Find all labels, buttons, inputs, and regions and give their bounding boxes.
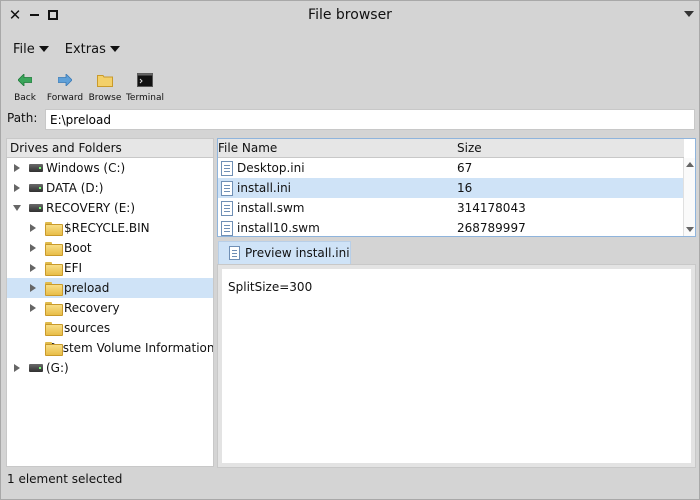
tree-header: Drives and Folders <box>7 139 213 158</box>
forward-label: Forward <box>46 93 84 103</box>
tree-node-recovery-e[interactable]: RECOVERY (E:) <box>11 198 213 218</box>
file-name: Desktop.ini <box>237 161 305 175</box>
preview-panel: SplitSize=300 <box>217 264 696 468</box>
file-size: 268789997 <box>457 221 526 235</box>
path-label: Path: <box>7 111 38 125</box>
back-arrow-icon <box>16 71 34 89</box>
drive-icon <box>29 164 43 172</box>
menu-file-label: File <box>13 41 35 57</box>
file-size: 16 <box>457 181 473 195</box>
folder-icon <box>45 282 63 296</box>
menu-extras-label: Extras <box>64 41 106 57</box>
folder-icon <box>45 302 63 316</box>
drive-icon <box>29 184 43 192</box>
toolbar: Back Forward Browse Terminal <box>5 71 165 105</box>
expand-arrow-icon[interactable] <box>27 262 39 274</box>
tree-node-label: preload <box>64 281 110 295</box>
folder-icon <box>45 322 63 336</box>
tab-preview[interactable]: Preview install.ini <box>218 241 351 264</box>
file-list-scrollbar[interactable] <box>683 158 695 236</box>
tree-node-label: Windows (C:) <box>46 161 126 175</box>
file-row[interactable]: install10.swm 268789997 <box>218 218 684 236</box>
forward-button[interactable]: Forward <box>45 71 85 105</box>
tree-node-label: System Volume Information <box>48 341 214 355</box>
folder-tree: Drives and Folders Windows (C:) DATA (D:… <box>6 138 214 467</box>
menu-extras[interactable]: Extras <box>57 39 128 59</box>
tree-node-efi[interactable]: EFI <box>27 258 213 278</box>
expand-arrow-icon[interactable] <box>11 362 23 374</box>
tree-node-recycle-bin[interactable]: $RECYCLE.BIN <box>27 218 213 238</box>
expand-arrow-icon[interactable] <box>11 162 23 174</box>
window-title: File browser <box>308 7 392 23</box>
tree-node-label: (G:) <box>46 361 69 375</box>
tree-node-system-volume-information[interactable]: System Volume Information <box>39 338 213 358</box>
folder-icon <box>96 71 114 89</box>
tree-node-windows-c[interactable]: Windows (C:) <box>11 158 213 178</box>
expand-arrow-icon[interactable] <box>27 282 39 294</box>
file-icon <box>221 201 233 216</box>
file-icon <box>229 246 240 260</box>
menu-file[interactable]: File <box>5 39 57 59</box>
menu-bar: File Extras <box>5 39 128 59</box>
expand-arrow-icon[interactable] <box>27 302 39 314</box>
back-button[interactable]: Back <box>5 71 45 105</box>
chevron-down-icon <box>38 46 49 52</box>
tree-node-label: RECOVERY (E:) <box>46 201 136 215</box>
file-icon <box>221 161 233 176</box>
file-row[interactable]: install.ini 16 <box>218 178 684 198</box>
file-row[interactable]: install.swm 314178043 <box>218 198 684 218</box>
tree-node-recovery[interactable]: Recovery <box>27 298 213 318</box>
tree-node-label: Recovery <box>64 301 120 315</box>
scroll-down-icon[interactable] <box>686 227 694 232</box>
file-icon <box>221 221 233 236</box>
file-icon <box>221 181 233 196</box>
folder-icon <box>45 242 63 256</box>
column-header-size[interactable]: Size <box>457 141 482 155</box>
tree-node-label: DATA (D:) <box>46 181 104 195</box>
tree-node-sources[interactable]: sources <box>39 318 213 338</box>
path-row: Path: <box>7 109 695 130</box>
collapse-arrow-icon[interactable] <box>11 202 23 214</box>
status-text: 1 element selected <box>7 472 123 486</box>
drive-icon <box>29 204 43 212</box>
file-name: install10.swm <box>237 221 320 235</box>
terminal-button[interactable]: Terminal <box>125 71 165 105</box>
column-header-file-name[interactable]: File Name <box>218 141 277 155</box>
tree-node-label: EFI <box>64 261 83 275</box>
preview-content[interactable]: SplitSize=300 <box>222 269 691 463</box>
tree-node-g[interactable]: (G:) <box>11 358 213 378</box>
folder-icon <box>45 222 63 236</box>
forward-arrow-icon <box>56 71 74 89</box>
file-size: 314178043 <box>457 201 526 215</box>
drive-icon <box>29 364 43 372</box>
folder-icon <box>45 262 63 276</box>
file-row[interactable]: Desktop.ini 67 <box>218 158 684 178</box>
browse-label: Browse <box>88 93 122 103</box>
expand-arrow-icon[interactable] <box>27 242 39 254</box>
path-input[interactable] <box>45 109 695 130</box>
tree-node-label: Boot <box>64 241 92 255</box>
window-menu-button[interactable] <box>683 9 694 19</box>
file-list-header: File Name Size <box>218 139 684 158</box>
tree-node-label: sources <box>64 321 111 335</box>
tree-node-data-d[interactable]: DATA (D:) <box>11 178 213 198</box>
file-browser-window: ✕ File browser File Extras Back Forward <box>0 0 700 500</box>
file-name: install.swm <box>237 201 305 215</box>
file-list: File Name Size Desktop.ini 67 install.in… <box>217 138 696 237</box>
chevron-down-icon <box>109 46 120 52</box>
terminal-icon <box>136 71 154 89</box>
terminal-label: Terminal <box>125 93 165 103</box>
back-label: Back <box>14 93 36 103</box>
preview-tab-label: Preview install.ini <box>245 246 350 260</box>
expand-arrow-icon[interactable] <box>27 222 39 234</box>
scroll-up-icon[interactable] <box>686 162 694 167</box>
tree-node-preload[interactable]: preload <box>7 278 213 298</box>
title-bar: ✕ File browser <box>1 1 699 29</box>
tree-node-label: $RECYCLE.BIN <box>64 221 150 235</box>
tree-node-boot[interactable]: Boot <box>27 238 213 258</box>
browse-button[interactable]: Browse <box>85 71 125 105</box>
file-size: 67 <box>457 161 473 175</box>
expand-arrow-icon[interactable] <box>11 182 23 194</box>
file-name: install.ini <box>237 181 292 195</box>
